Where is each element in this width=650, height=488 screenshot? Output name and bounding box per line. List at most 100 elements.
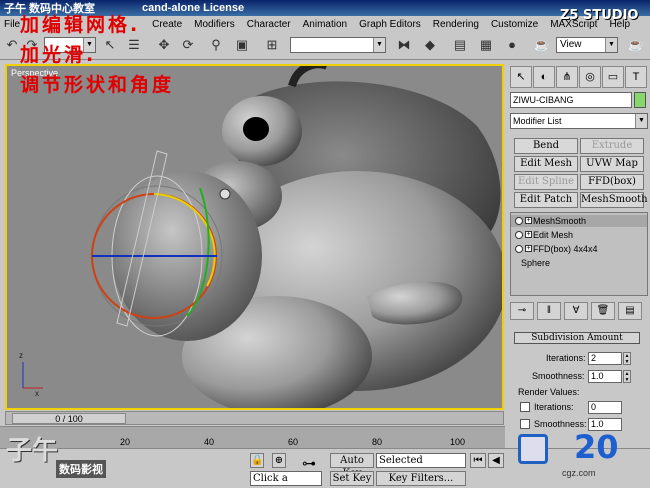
brand-logo-right: 20 cgz.com bbox=[518, 428, 650, 488]
remove-modifier-icon[interactable]: 🗑 bbox=[591, 302, 615, 320]
cursor-pointer bbox=[219, 188, 231, 200]
menu-rendering[interactable]: Rendering bbox=[433, 19, 479, 30]
schematic-icon[interactable]: ▦ bbox=[476, 35, 496, 55]
motion-tab-icon[interactable]: ◎ bbox=[579, 66, 601, 88]
smoothness-spinner[interactable]: 1.0 bbox=[588, 370, 622, 383]
brand-left-name: 子午 bbox=[6, 436, 59, 466]
model-pupil bbox=[243, 117, 269, 141]
menu-file[interactable]: File bbox=[4, 19, 20, 30]
render-iterations-spinner[interactable]: 0 bbox=[588, 401, 622, 414]
perspective-viewport[interactable]: z x Perspective bbox=[5, 64, 504, 410]
prev-frame-icon[interactable]: ◀ bbox=[488, 453, 504, 468]
named-sel-icon[interactable]: ⊞ bbox=[262, 35, 282, 55]
stack-item-meshsmooth[interactable]: + MeshSmooth bbox=[511, 215, 647, 227]
pin-stack-icon[interactable]: ⊸ bbox=[510, 302, 534, 320]
axis-x-label: x bbox=[35, 389, 39, 398]
quick-render-icon[interactable]: ☕ bbox=[626, 35, 646, 55]
smoothness-label: Smoothness: bbox=[532, 371, 585, 381]
axis-z-label: z bbox=[19, 351, 23, 360]
bulb-icon[interactable] bbox=[515, 231, 523, 239]
extrude-button[interactable]: Extrude bbox=[580, 138, 644, 154]
time-slider-thumb[interactable]: 0 / 100 bbox=[12, 413, 126, 424]
set-key-button[interactable]: Set Key bbox=[330, 471, 374, 486]
subdivision-rollout-title[interactable]: Subdivision Amount bbox=[514, 332, 640, 344]
brand-left-sub: 数码影视 bbox=[56, 460, 106, 478]
edit-spline-button[interactable]: Edit Spline bbox=[514, 174, 578, 190]
smoothness-spinner-arrows[interactable]: ▲ ▼ bbox=[623, 370, 631, 383]
render-view-combo[interactable]: View ▼ bbox=[556, 37, 618, 53]
show-end-result-icon[interactable]: ‖ bbox=[537, 302, 561, 320]
tick-100: 100 bbox=[450, 437, 466, 447]
align-icon[interactable]: ◆ bbox=[420, 35, 440, 55]
frame-counter: 20 bbox=[574, 428, 619, 466]
menu-graph-editors[interactable]: Graph Editors bbox=[359, 19, 421, 30]
menu-create[interactable]: Create bbox=[152, 19, 182, 30]
overlay-line-3: 调节形状和角度 bbox=[20, 74, 175, 96]
box-icon[interactable]: ▣ bbox=[232, 35, 252, 55]
stack-buttons: ⊸ ‖ ∀ 🗑 ▤ bbox=[510, 302, 648, 322]
stack-item-ffd[interactable]: + FFD(box) 4x4x4 bbox=[511, 243, 647, 255]
menu-customize[interactable]: Customize bbox=[491, 19, 538, 30]
iterations-label: Iterations: bbox=[546, 353, 586, 363]
create-tab-icon[interactable]: ↖ bbox=[510, 66, 532, 88]
move-icon[interactable]: ✥ bbox=[154, 35, 174, 55]
uvw-map-button[interactable]: UVW Map bbox=[580, 156, 644, 172]
lock-icon[interactable]: 🔒 bbox=[250, 453, 264, 468]
display-tab-icon[interactable]: ▭ bbox=[602, 66, 624, 88]
overlay-line-1: 加编辑网格. bbox=[20, 14, 141, 36]
tick-20: 20 bbox=[120, 437, 131, 447]
time-slider[interactable]: 0 / 100 bbox=[5, 411, 504, 425]
edit-mesh-button[interactable]: Edit Mesh bbox=[514, 156, 578, 172]
studio-logo: Z5 STUDIO bbox=[560, 8, 639, 23]
expand-icon[interactable]: + bbox=[525, 231, 532, 238]
stack-item-edit-mesh[interactable]: + Edit Mesh bbox=[511, 229, 647, 241]
menu-character[interactable]: Character bbox=[247, 19, 291, 30]
bulb-icon[interactable] bbox=[515, 245, 523, 253]
track-view-icon[interactable]: ▤ bbox=[450, 35, 470, 55]
key-filters-button[interactable]: Key Filters... bbox=[376, 471, 466, 486]
stack-item-sphere[interactable]: Sphere bbox=[511, 257, 647, 269]
utilities-tab-icon[interactable]: T bbox=[625, 66, 647, 88]
scene-render: z x bbox=[19, 66, 502, 408]
render-iterations-label: Iterations: bbox=[534, 402, 574, 412]
material-editor-icon[interactable]: ● bbox=[502, 35, 522, 55]
hierarchy-tab-icon[interactable]: ⋔ bbox=[556, 66, 578, 88]
ffd-box-button[interactable]: FFD(box) bbox=[580, 174, 644, 190]
named-selection-combo[interactable]: ▼ bbox=[290, 37, 386, 53]
iterations-spinner-arrows[interactable]: ▲ ▼ bbox=[623, 352, 631, 365]
edit-patch-button[interactable]: Edit Patch bbox=[514, 192, 578, 208]
object-color-swatch[interactable] bbox=[634, 92, 646, 108]
key-mode-combo[interactable]: Selected bbox=[376, 453, 466, 468]
bend-button[interactable]: Bend bbox=[514, 138, 578, 154]
rotate-icon[interactable]: ⟳ bbox=[178, 35, 198, 55]
site-url: cgz.com bbox=[562, 468, 596, 478]
render-scene-icon[interactable]: ☕ bbox=[532, 35, 552, 55]
expand-icon[interactable]: + bbox=[525, 245, 532, 252]
expand-icon[interactable]: + bbox=[525, 217, 532, 224]
meshsmooth-button[interactable]: MeshSmooth bbox=[580, 192, 648, 208]
command-panel: ↖ ◐ ⋔ ◎ ▭ T ZIWU-CIBANG Modifier List ▼ B… bbox=[506, 62, 650, 437]
goto-start-icon[interactable]: ⏮ bbox=[470, 453, 486, 468]
abs-mode-icon[interactable]: ⊕ bbox=[272, 453, 286, 468]
select-icon[interactable]: ↖ bbox=[100, 35, 120, 55]
iterations-spinner[interactable]: 2 bbox=[588, 352, 622, 365]
modify-tab-icon[interactable]: ◐ bbox=[533, 66, 555, 88]
modifier-list-combo[interactable]: Modifier List ▼ bbox=[510, 113, 648, 129]
configure-sets-icon[interactable]: ▤ bbox=[618, 302, 642, 320]
command-tabs: ↖ ◐ ⋔ ◎ ▭ T bbox=[510, 66, 650, 88]
snap-icon[interactable]: ⚲ bbox=[206, 35, 226, 55]
cg-logo-icon bbox=[518, 434, 548, 464]
mirror-icon[interactable]: ⧓ bbox=[394, 35, 414, 55]
select-by-name-icon[interactable]: ☰ bbox=[124, 35, 144, 55]
bulb-icon[interactable] bbox=[515, 217, 523, 225]
menu-animation[interactable]: Animation bbox=[303, 19, 347, 30]
auto-key-button[interactable]: Auto Key bbox=[330, 453, 374, 479]
object-name-field[interactable]: ZIWU-CIBANG bbox=[510, 92, 632, 108]
key-icon: ⊶ bbox=[302, 455, 316, 471]
make-unique-icon[interactable]: ∀ bbox=[564, 302, 588, 320]
menu-modifiers[interactable]: Modifiers bbox=[194, 19, 235, 30]
undo-icon[interactable]: ↶ bbox=[2, 35, 22, 55]
prompt-line: Click a bbox=[250, 471, 322, 486]
render-iterations-checkbox[interactable] bbox=[520, 402, 530, 412]
brand-logo-left: 子午 数码影视 bbox=[0, 428, 120, 488]
